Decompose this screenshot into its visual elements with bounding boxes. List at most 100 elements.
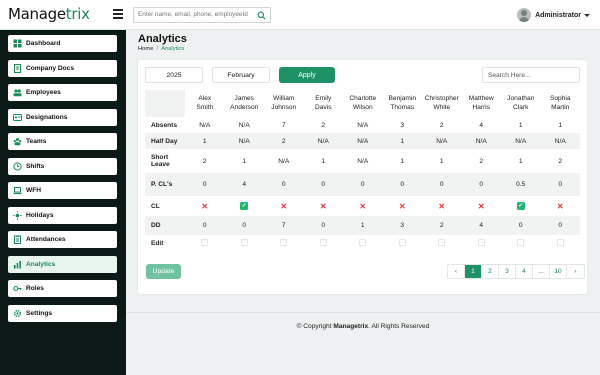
employee-column-header: Alex Smith — [185, 90, 225, 117]
sidebar-item-designations[interactable]: Designations — [8, 108, 117, 126]
table-cell: 1 — [400, 157, 405, 165]
user-menu[interactable]: Administrator — [517, 7, 590, 23]
sidebar-item-attendances[interactable]: Attendances — [8, 231, 117, 248]
pagination-next-button[interactable]: › — [567, 265, 584, 278]
footer-prefix: © Copyright — [296, 323, 334, 330]
pagination-page-4[interactable]: 4 — [516, 265, 533, 278]
pagination-page-10[interactable]: 10 — [550, 265, 567, 278]
table-cell: 2 — [264, 133, 304, 149]
table-cell: N/A — [224, 133, 264, 149]
sidebar-item-employees[interactable]: Employees — [8, 84, 117, 101]
edit-checkbox[interactable] — [438, 238, 446, 246]
edit-checkbox[interactable] — [280, 238, 288, 246]
table-cell: 3 — [382, 216, 422, 235]
pagination-prev-button[interactable]: ‹ — [448, 265, 465, 278]
table-cell: 0 — [540, 173, 580, 196]
cl-status-cell: ✕ — [541, 196, 581, 216]
edit-cell — [383, 235, 423, 251]
sidebar-item-label: Holidays — [26, 211, 54, 219]
edit-checkbox[interactable] — [359, 238, 367, 246]
table-row: CL ✕ ✓ ✕ ✕ ✕ ✕ ✕ ✕ ✓ ✕ — [145, 196, 580, 216]
sidebar-item-roles[interactable]: Roles — [8, 280, 117, 297]
sidebar-item-settings[interactable]: Settings — [8, 304, 117, 322]
menu-toggle-icon[interactable] — [113, 9, 123, 19]
employee-first-name: Alex — [198, 95, 212, 102]
laptop-icon — [13, 186, 22, 195]
cross-icon: ✕ — [201, 201, 209, 211]
table-cell: 0 — [422, 173, 462, 196]
cl-status-cell: ✕ — [343, 196, 383, 216]
app-logo[interactable]: Managetrix — [8, 5, 90, 23]
sidebar-item-label: Shifts — [26, 162, 45, 170]
table-cell: 1 — [518, 121, 523, 129]
employee-last-name: Anderson — [230, 103, 259, 111]
table-cell: N/A — [422, 133, 462, 149]
edit-checkbox[interactable] — [517, 238, 525, 246]
apply-button[interactable]: Apply — [279, 67, 335, 83]
employee-last-name: White — [433, 103, 451, 111]
edit-cell — [501, 235, 541, 251]
sidebar-item-shifts[interactable]: Shifts — [8, 157, 117, 175]
employee-first-name: William — [273, 95, 295, 102]
pagination-page-3[interactable]: 3 — [499, 265, 516, 278]
row-label: Short Leave — [151, 154, 170, 168]
edit-checkbox[interactable] — [477, 238, 485, 246]
sidebar-item-wfh[interactable]: WFH — [8, 182, 117, 199]
avatar — [517, 8, 532, 22]
table-cell: 2 — [202, 157, 207, 165]
month-select[interactable]: February — [212, 67, 270, 83]
cross-icon: ✕ — [319, 201, 327, 211]
breadcrumb-home[interactable]: Home — [138, 46, 153, 52]
sidebar-item-label: Roles — [26, 285, 44, 292]
table-search-input[interactable]: Search Here... — [482, 67, 580, 83]
table-cell: 0.5 — [501, 173, 541, 196]
table-cell: 0 — [303, 173, 343, 196]
sun-icon — [13, 210, 22, 220]
global-search-input[interactable]: Enter name, email, phone, employeeId — [133, 7, 271, 23]
sidebar-item-holidays[interactable]: Holidays — [8, 206, 117, 224]
table-cell: 4 — [224, 173, 264, 196]
table-row: DD 0 0 7 0 1 3 2 4 0 0 — [145, 216, 580, 235]
edit-cell — [264, 235, 304, 251]
sidebar-item-analytics[interactable]: Analytics — [8, 255, 117, 273]
edit-checkbox[interactable] — [398, 238, 406, 246]
table-row: P. CL's 0 4 0 0 0 0 0 0 0.5 0 — [145, 173, 580, 196]
pagination-page-1[interactable]: 1 — [465, 265, 482, 278]
table-cell: 2 — [558, 157, 563, 165]
update-button[interactable]: Update — [146, 264, 181, 279]
sidebar-item-label: Analytics — [26, 260, 56, 268]
table-cell: 1 — [382, 133, 422, 149]
sidebar-item-dashboard[interactable]: Dashboard — [8, 35, 117, 52]
table-cell: 0 — [540, 216, 580, 235]
pagination: ‹ 1 2 3 4... 10 › — [447, 264, 585, 279]
document-icon — [13, 63, 22, 73]
table-cell: N/A — [540, 133, 580, 149]
edit-cell — [343, 235, 383, 251]
edit-checkbox[interactable] — [319, 238, 327, 246]
top-bar: Managetrix Enter name, email, phone, emp… — [0, 0, 600, 30]
table-cell: 0 — [185, 216, 225, 235]
footer-brand: Managetrix — [333, 323, 369, 330]
search-icon[interactable] — [257, 11, 266, 20]
chart-icon — [13, 260, 22, 269]
pagination-ellipsis: ... — [533, 265, 550, 278]
table-cell: N/A — [238, 121, 250, 129]
edit-cell — [462, 235, 502, 251]
cl-status-cell: ✓ — [501, 196, 541, 216]
edit-checkbox[interactable] — [240, 238, 248, 246]
table-row: Short Leave 2 1 N/A 1 N/A 1 1 2 1 2 — [145, 149, 580, 173]
employee-column-header: Christopher White — [422, 90, 462, 117]
employee-last-name: Smith — [196, 103, 214, 111]
table-cell: N/A — [303, 133, 343, 149]
edit-checkbox[interactable] — [556, 238, 564, 246]
edit-checkbox[interactable] — [201, 238, 209, 246]
cl-status-cell: ✕ — [185, 196, 225, 216]
corner-cell — [145, 90, 185, 117]
sidebar-item-teams[interactable]: Teams — [8, 133, 117, 150]
table-cell: 3 — [400, 121, 405, 129]
sidebar-item-company-docs[interactable]: Company Docs — [8, 59, 117, 77]
pagination-page-2[interactable]: 2 — [482, 265, 499, 278]
breadcrumb-current: Analytics — [161, 46, 185, 52]
year-select[interactable]: 2025 — [145, 67, 203, 83]
table-cell: 7 — [281, 121, 286, 129]
